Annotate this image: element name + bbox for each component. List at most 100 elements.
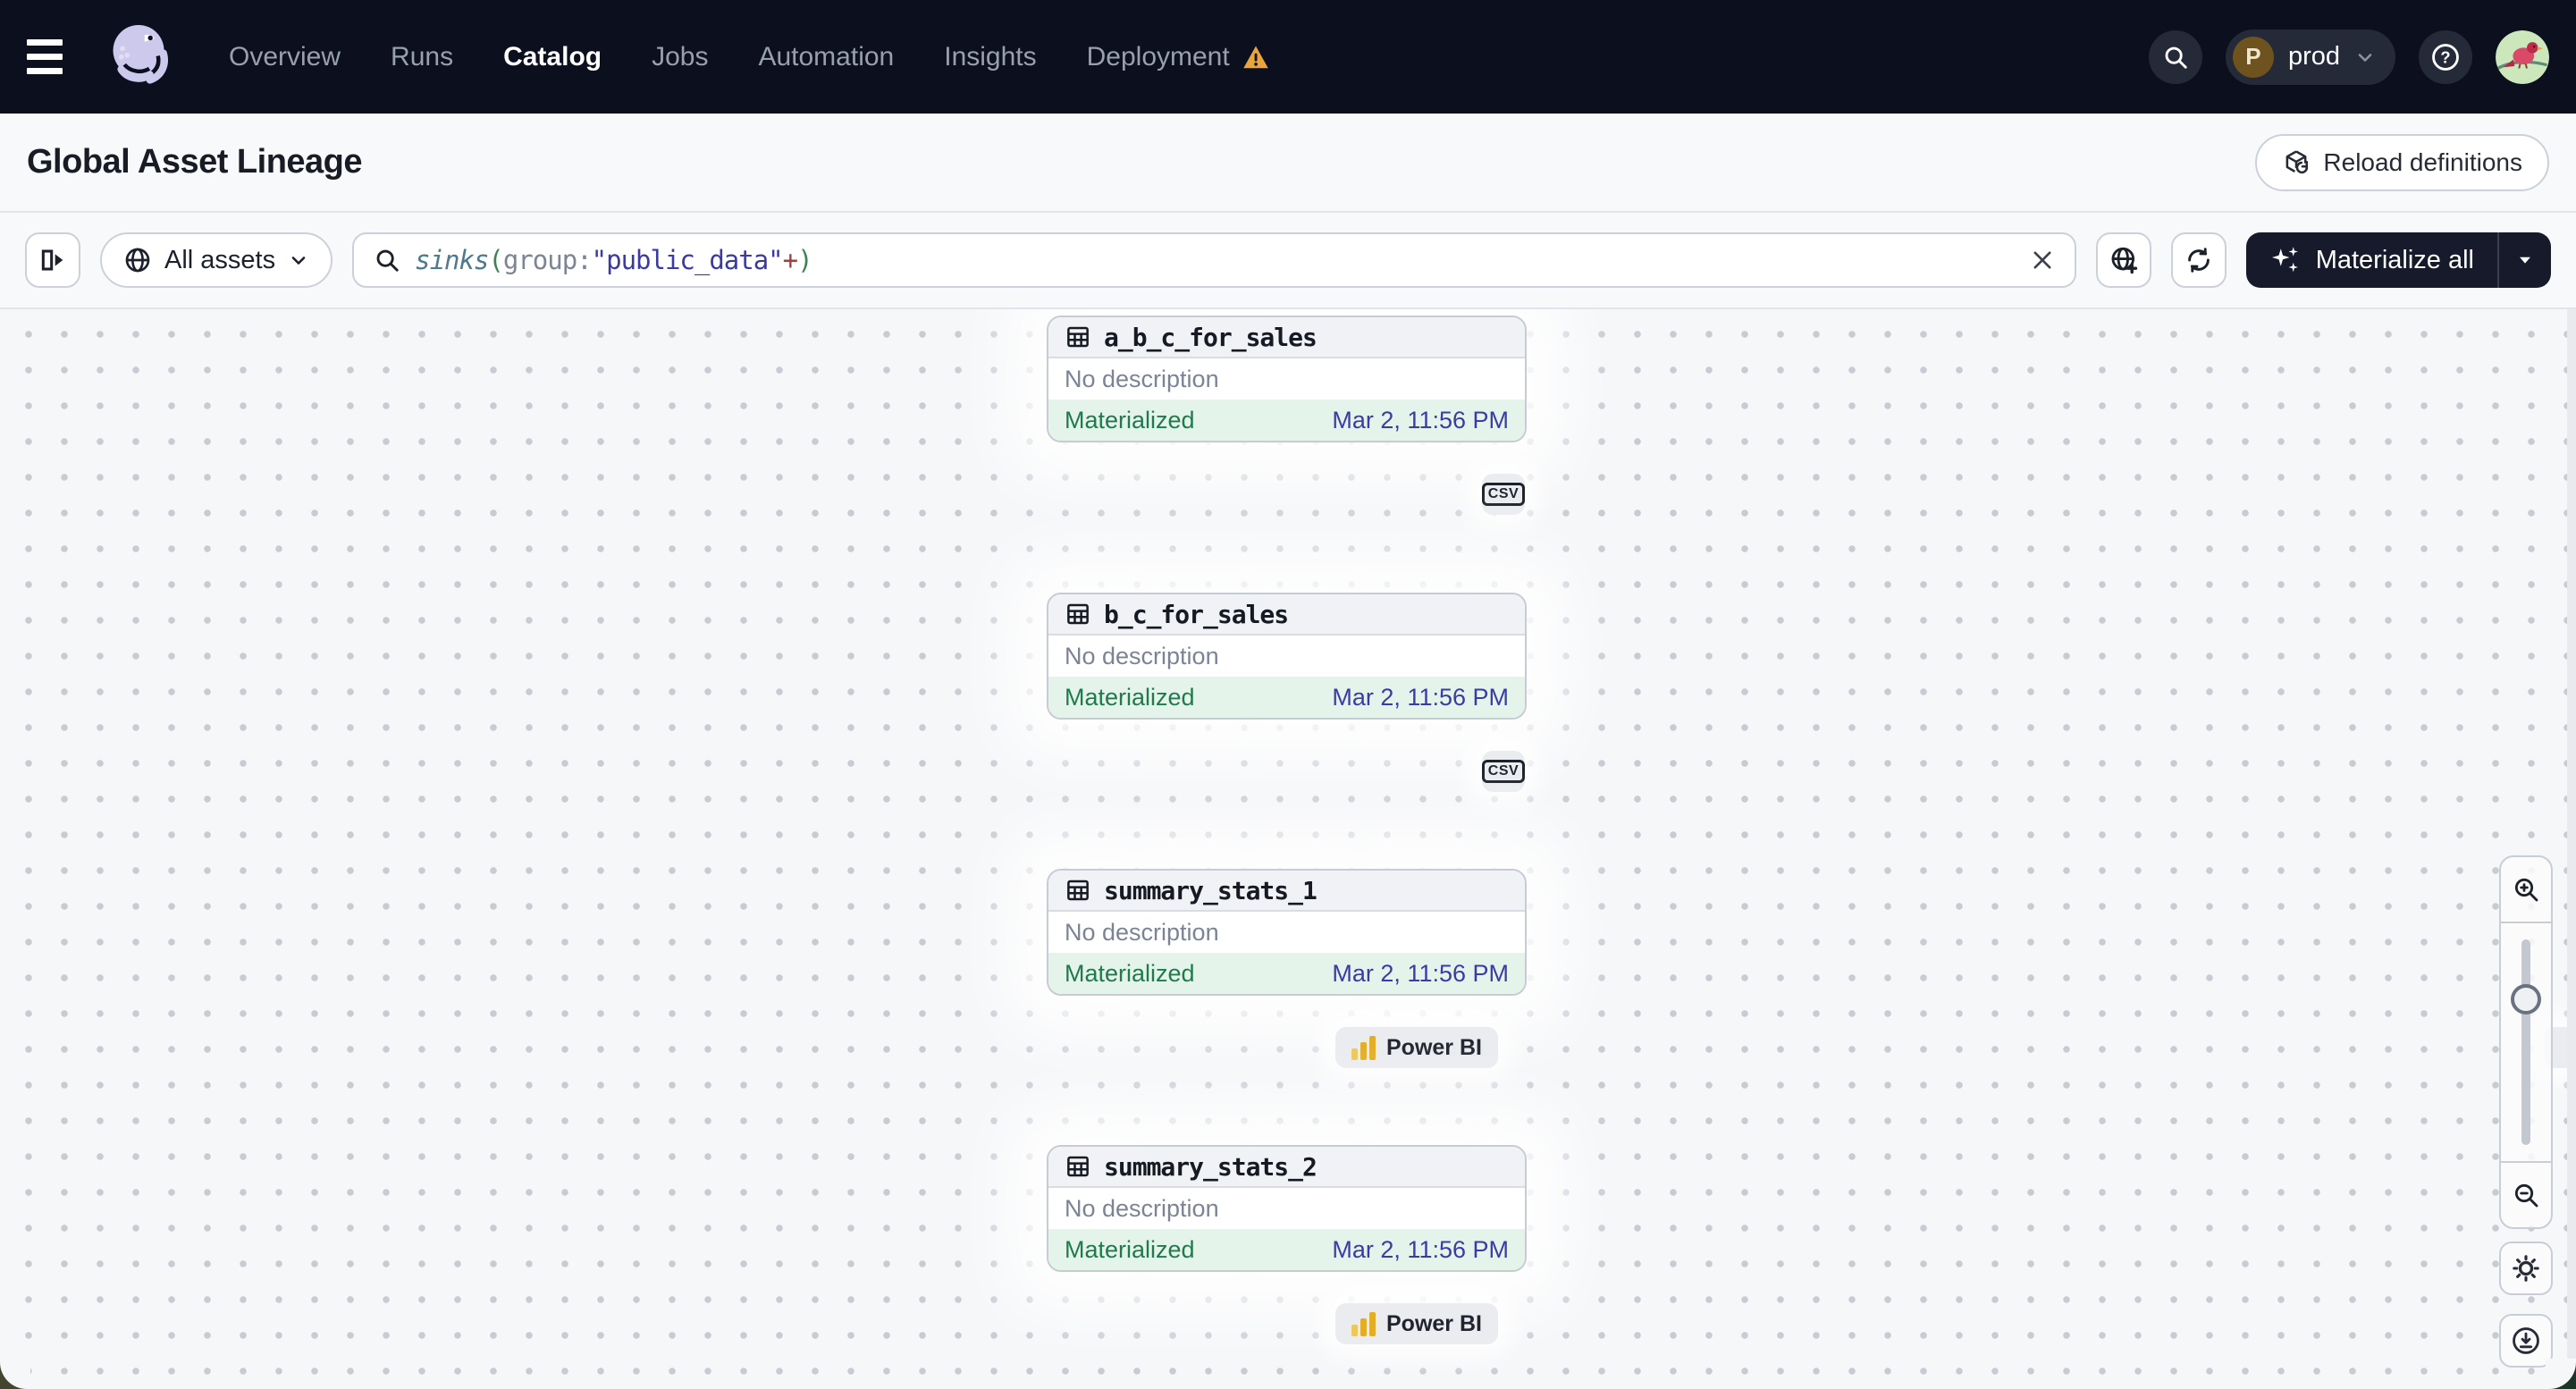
search-button[interactable]: [2148, 29, 2202, 84]
materialize-all-button[interactable]: Materialize all: [2246, 232, 2497, 288]
graph-query-button[interactable]: [2095, 232, 2151, 288]
query-token-paren: (: [488, 245, 503, 275]
asset-node-b_c_for_sales[interactable]: b_c_for_sales No description Materialize…: [1047, 593, 1527, 720]
nav-item-deployment[interactable]: Deployment: [1087, 42, 1269, 72]
refresh-icon: [2187, 248, 2210, 273]
zoom-slider[interactable]: [2501, 922, 2551, 1163]
asset-status-row: Materialized Mar 2, 11:56 PM: [1048, 677, 1525, 718]
asset-status: Materialized: [1065, 406, 1195, 434]
zoom-slider-track: [2521, 939, 2530, 1145]
nav-item-catalog[interactable]: Catalog: [503, 42, 602, 72]
caret-down-icon: [2520, 257, 2530, 264]
menu-icon[interactable]: [27, 29, 84, 86]
graph-settings-button[interactable]: [2499, 1242, 2553, 1295]
clear-query-button[interactable]: [2030, 248, 2055, 273]
sparkles-icon: [2271, 247, 2298, 273]
asset-status-row: Materialized Mar 2, 11:56 PM: [1048, 953, 1525, 994]
nav-label: Insights: [944, 41, 1037, 72]
asset-name: summary_stats_1: [1104, 875, 1317, 905]
lineage-toolbar: All assets sinks(group:"public_data"+) M…: [0, 213, 2576, 309]
help-icon: ?: [2432, 43, 2459, 71]
nav-label: Overview: [229, 41, 341, 72]
nav-label: Deployment: [1086, 41, 1230, 72]
asset-node-header: summary_stats_1: [1048, 871, 1525, 912]
nav-label: Catalog: [503, 41, 602, 72]
table-icon: [1067, 1156, 1089, 1177]
dagster-logo[interactable]: [104, 20, 179, 95]
nav-item-insights[interactable]: Insights: [944, 42, 1036, 72]
asset-timestamp: Mar 2, 11:56 PM: [1332, 406, 1509, 434]
open-left-panel-button[interactable]: [25, 232, 80, 288]
query-token-function: sinks: [415, 245, 489, 275]
query-token-string: "public_data": [591, 245, 784, 275]
asset-status-row: Materialized Mar 2, 11:56 PM: [1048, 400, 1525, 441]
query-token-attribute: group:: [502, 245, 593, 275]
search-icon: [376, 249, 399, 272]
user-avatar[interactable]: [2496, 29, 2549, 84]
chevron-down-icon: [2358, 53, 2372, 62]
zoom-in-button[interactable]: [2501, 857, 2551, 922]
window-corner-left: [0, 1359, 30, 1389]
table-icon: [1067, 603, 1089, 625]
asset-timestamp: Mar 2, 11:56 PM: [1332, 1235, 1509, 1263]
kind-tag-powerbi[interactable]: Power BI: [1335, 1027, 1498, 1068]
asset-node-a_b_c_for_sales[interactable]: a_b_c_for_sales No description Materiali…: [1047, 316, 1527, 442]
asset-selection-query: sinks(group:"public_data"+): [415, 245, 812, 275]
zoom-in-icon: [2514, 878, 2538, 902]
asset-name: a_b_c_for_sales: [1104, 322, 1317, 352]
asset-status: Materialized: [1065, 959, 1195, 987]
nav-item-overview[interactable]: Overview: [229, 42, 341, 72]
powerbi-icon: [1351, 1035, 1376, 1060]
warning-icon: [1242, 46, 1268, 68]
primary-nav: Overview Runs Catalog Jobs Automation In…: [229, 42, 1269, 72]
query-token-operator: +: [782, 245, 798, 275]
asset-timestamp: Mar 2, 11:56 PM: [1332, 959, 1509, 987]
asset-description: No description: [1065, 365, 1219, 392]
asset-description: No description: [1065, 642, 1219, 669]
asset-node-header: summary_stats_2: [1048, 1147, 1525, 1188]
reload-definitions-button[interactable]: Reload definitions: [2255, 133, 2549, 191]
topnav-right: P prod ?: [2148, 29, 2549, 85]
zoom-slider-thumb[interactable]: [2511, 984, 2541, 1015]
nav-item-runs[interactable]: Runs: [391, 42, 453, 72]
asset-node-header: a_b_c_for_sales: [1048, 317, 1525, 358]
table-icon: [1067, 326, 1089, 348]
materialize-options-button[interactable]: [2499, 232, 2551, 288]
chevron-down-icon: [291, 257, 306, 265]
powerbi-label: Power BI: [1386, 1310, 1482, 1336]
kind-tag-powerbi[interactable]: Power BI: [1335, 1303, 1498, 1344]
nav-item-automation[interactable]: Automation: [758, 42, 894, 72]
avatar-bird-image: [2496, 29, 2549, 84]
octopus-logo-icon: [113, 24, 168, 84]
asset-filter-label: All assets: [164, 245, 276, 274]
kind-tag-csv[interactable]: CSV: [1481, 751, 1526, 792]
asset-timestamp: Mar 2, 11:56 PM: [1332, 683, 1509, 711]
nav-label: Jobs: [652, 41, 709, 72]
download-graph-button[interactable]: [2499, 1314, 2553, 1368]
zoom-out-button[interactable]: [2501, 1163, 2551, 1227]
zoom-control-panel: [2499, 855, 2553, 1229]
download-icon: [2513, 1327, 2539, 1354]
deployment-name: prod: [2287, 42, 2340, 71]
asset-status-row: Materialized Mar 2, 11:56 PM: [1048, 1229, 1525, 1270]
help-button[interactable]: ?: [2419, 29, 2472, 84]
csv-icon: CSV: [1481, 483, 1526, 506]
canvas-scrollbar[interactable]: [2567, 309, 2576, 1389]
lineage-graph-canvas[interactable]: a_b_c_for_sales No description Materiali…: [0, 309, 2576, 1389]
globe-add-icon: [2111, 247, 2137, 274]
window-corner-right: [2546, 1359, 2576, 1389]
nav-label: Automation: [758, 41, 895, 72]
reload-codebase-icon: [2286, 149, 2309, 173]
asset-node-summary_stats_2[interactable]: summary_stats_2 No description Materiali…: [1047, 1145, 1527, 1272]
reload-definitions-label: Reload definitions: [2323, 147, 2522, 176]
kind-tag-csv[interactable]: CSV: [1481, 474, 1526, 515]
asset-filter-dropdown[interactable]: All assets: [100, 232, 333, 288]
nav-item-jobs[interactable]: Jobs: [652, 42, 708, 72]
page-header: Global Asset Lineage Reload definitions: [0, 114, 2576, 213]
deployment-switcher[interactable]: P prod: [2225, 29, 2395, 85]
asset-node-summary_stats_1[interactable]: summary_stats_1 No description Materiali…: [1047, 869, 1527, 996]
refresh-button[interactable]: [2170, 232, 2227, 288]
materialize-split-button: Materialize all: [2245, 232, 2551, 288]
query-token-paren: ): [797, 245, 812, 275]
asset-selection-input[interactable]: sinks(group:"public_data"+): [352, 232, 2076, 288]
